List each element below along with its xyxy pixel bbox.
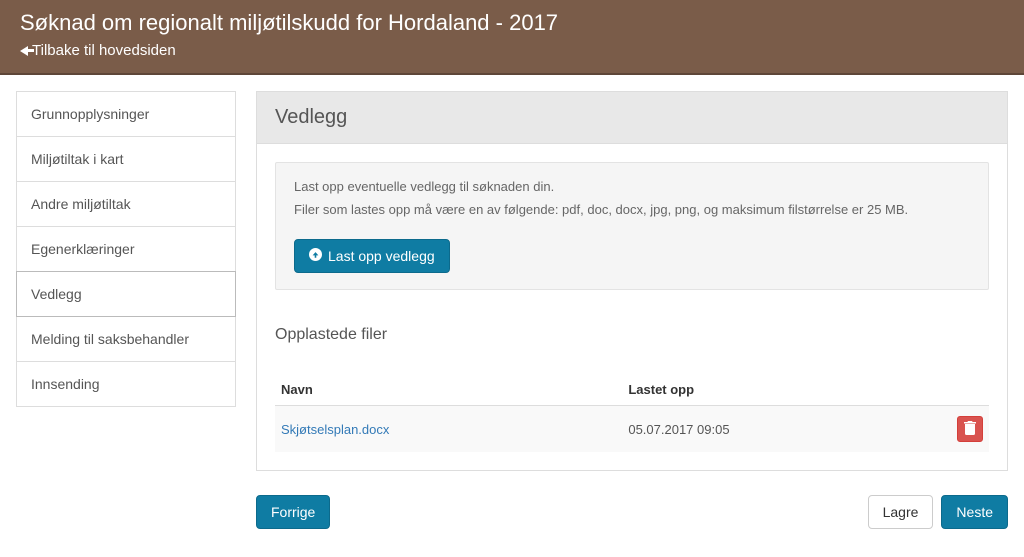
panel-title: Vedlegg [275,106,989,129]
previous-button[interactable]: Forrige [256,495,330,529]
back-link-label: Tilbake til hovedsiden [32,42,176,59]
upload-button[interactable]: Last opp vedlegg [294,239,450,273]
file-link[interactable]: Skjøtselsplan.docx [281,422,389,437]
vedlegg-panel: Vedlegg Last opp eventuelle vedlegg til … [256,91,1008,471]
footer-buttons: Forrige Lagre Neste [256,491,1008,541]
page-title: Søknad om regionalt miljøtilskudd for Ho… [20,10,1004,36]
sidebar-item-grunnopplysninger[interactable]: Grunnopplysninger [16,91,236,137]
file-uploaded-date: 05.07.2017 09:05 [622,406,949,453]
upload-icon [309,248,322,264]
arrow-left-icon [20,46,28,56]
table-row: Skjøtselsplan.docx 05.07.2017 09:05 [275,406,989,453]
next-button[interactable]: Neste [941,495,1008,529]
trash-icon [964,421,976,438]
sidebar-item-melding[interactable]: Melding til saksbehandler [16,316,236,362]
panel-heading: Vedlegg [257,92,1007,144]
uploaded-files-table: Navn Lastet opp Skjøtselsplan.docx 05.07… [275,374,989,452]
uploaded-heading: Opplastede filer [275,326,989,344]
back-link[interactable]: Tilbake til hovedsiden [20,42,176,59]
save-button[interactable]: Lagre [868,495,934,529]
instructions-line-1: Last opp eventuelle vedlegg til søknaden… [294,179,970,194]
upload-button-label: Last opp vedlegg [328,248,435,264]
sidebar-item-miljotiltak-i-kart[interactable]: Miljøtiltak i kart [16,136,236,182]
sidebar-item-vedlegg[interactable]: Vedlegg [16,271,236,317]
col-name: Navn [275,374,622,406]
sidebar-item-andre-miljotiltak[interactable]: Andre miljøtiltak [16,181,236,227]
sidebar-nav: Grunnopplysninger Miljøtiltak i kart And… [16,91,236,541]
col-uploaded: Lastet opp [622,374,949,406]
page-header: Søknad om regionalt miljøtilskudd for Ho… [0,0,1024,75]
delete-file-button[interactable] [957,416,983,442]
instructions-line-2: Filer som lastes opp må være en av følge… [294,202,970,217]
sidebar-item-egenerklaeringer[interactable]: Egenerklæringer [16,226,236,272]
sidebar-item-innsending[interactable]: Innsending [16,361,236,407]
instructions-box: Last opp eventuelle vedlegg til søknaden… [275,162,989,290]
